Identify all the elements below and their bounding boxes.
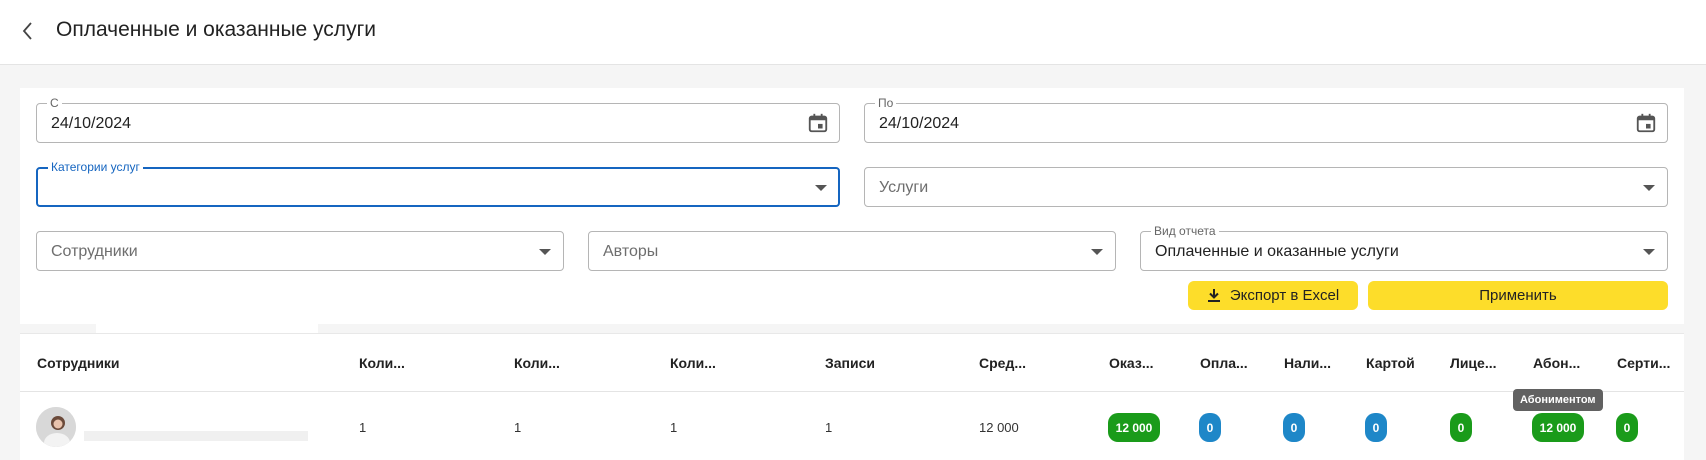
services-placeholder: Услуги xyxy=(879,179,929,196)
back-button[interactable] xyxy=(14,17,42,45)
subscription-amount-badge[interactable]: 12 000 xyxy=(1532,413,1584,442)
column-header[interactable]: Коли... xyxy=(359,355,405,371)
export-excel-label: Экспорт в Excel xyxy=(1229,287,1340,304)
column-header[interactable]: Опла... xyxy=(1200,355,1248,371)
date-to-value: 24/10/2024 xyxy=(879,115,960,132)
cash-amount-badge[interactable]: 0 xyxy=(1283,413,1305,442)
services-select[interactable]: Услуги xyxy=(864,167,1668,207)
date-from-value: 24/10/2024 xyxy=(51,115,132,132)
count-cell: 1 xyxy=(514,420,522,435)
date-to-label: По xyxy=(875,96,897,110)
avatar xyxy=(36,407,76,447)
authors-select[interactable]: Авторы xyxy=(588,231,1116,271)
calendar-icon[interactable] xyxy=(807,112,829,134)
user-photo-icon xyxy=(36,407,76,447)
column-header[interactable]: Коли... xyxy=(670,355,716,371)
column-header[interactable]: Записи xyxy=(825,355,875,371)
date-to-field[interactable]: По 24/10/2024 xyxy=(864,96,1668,143)
certificate-amount-badge[interactable]: 0 xyxy=(1616,413,1638,442)
rendered-amount-badge[interactable]: 12 000 xyxy=(1108,413,1160,442)
employees-select[interactable]: Сотрудники xyxy=(36,231,564,271)
dropdown-arrow-icon xyxy=(539,249,551,255)
count-cell: 1 xyxy=(359,420,367,435)
report-type-select[interactable]: Вид отчета Оплаченные и оказанные услуги xyxy=(1140,224,1668,271)
average-cell: 12 000 xyxy=(979,420,1019,435)
column-header[interactable]: Абон... xyxy=(1533,355,1580,371)
download-icon xyxy=(1207,289,1220,302)
count-cell: 1 xyxy=(670,420,678,435)
column-header[interactable]: Сотрудники xyxy=(37,355,120,371)
dropdown-arrow-icon xyxy=(1643,249,1655,255)
service-categories-label: Категории услуг xyxy=(48,160,143,174)
column-header[interactable]: Серти... xyxy=(1617,355,1670,371)
chevron-left-icon xyxy=(22,22,32,40)
report-type-value: Оплаченные и оказанные услуги xyxy=(1155,243,1399,260)
calendar-icon[interactable] xyxy=(1635,112,1657,134)
column-header[interactable]: Оказ... xyxy=(1109,355,1153,371)
export-excel-button[interactable]: Экспорт в Excel xyxy=(1188,281,1358,310)
records-cell: 1 xyxy=(825,420,833,435)
date-from-field[interactable]: С 24/10/2024 xyxy=(36,96,840,143)
report-type-label: Вид отчета xyxy=(1151,224,1219,238)
column-header[interactable]: Сред... xyxy=(979,355,1026,371)
apply-button[interactable]: Применить xyxy=(1368,281,1668,310)
column-header[interactable]: Нали... xyxy=(1284,355,1331,371)
dropdown-arrow-icon xyxy=(1091,249,1103,255)
date-from-label: С xyxy=(47,96,62,110)
page-title: Оплаченные и оказанные услуги xyxy=(56,18,376,41)
apply-label: Применить xyxy=(1479,287,1557,304)
table-header: Сотрудники Коли... Коли... Коли... Запис… xyxy=(20,334,1684,392)
employees-placeholder: Сотрудники xyxy=(51,243,138,260)
top-bar: Оплаченные и оказанные услуги xyxy=(0,0,1706,65)
column-header[interactable]: Лице... xyxy=(1450,355,1497,371)
column-header[interactable]: Коли... xyxy=(514,355,560,371)
employee-name xyxy=(84,431,308,441)
personal-account-badge[interactable]: 0 xyxy=(1450,413,1472,442)
card-amount-badge[interactable]: 0 xyxy=(1365,413,1387,442)
service-categories-select[interactable]: Категории услуг xyxy=(36,160,840,207)
dropdown-arrow-icon xyxy=(815,185,827,191)
authors-placeholder: Авторы xyxy=(603,243,659,260)
dropdown-arrow-icon xyxy=(1643,185,1655,191)
paid-amount-badge[interactable]: 0 xyxy=(1199,413,1221,442)
column-header[interactable]: Картой xyxy=(1366,355,1415,371)
subscription-tooltip: Абониментом xyxy=(1513,389,1603,411)
